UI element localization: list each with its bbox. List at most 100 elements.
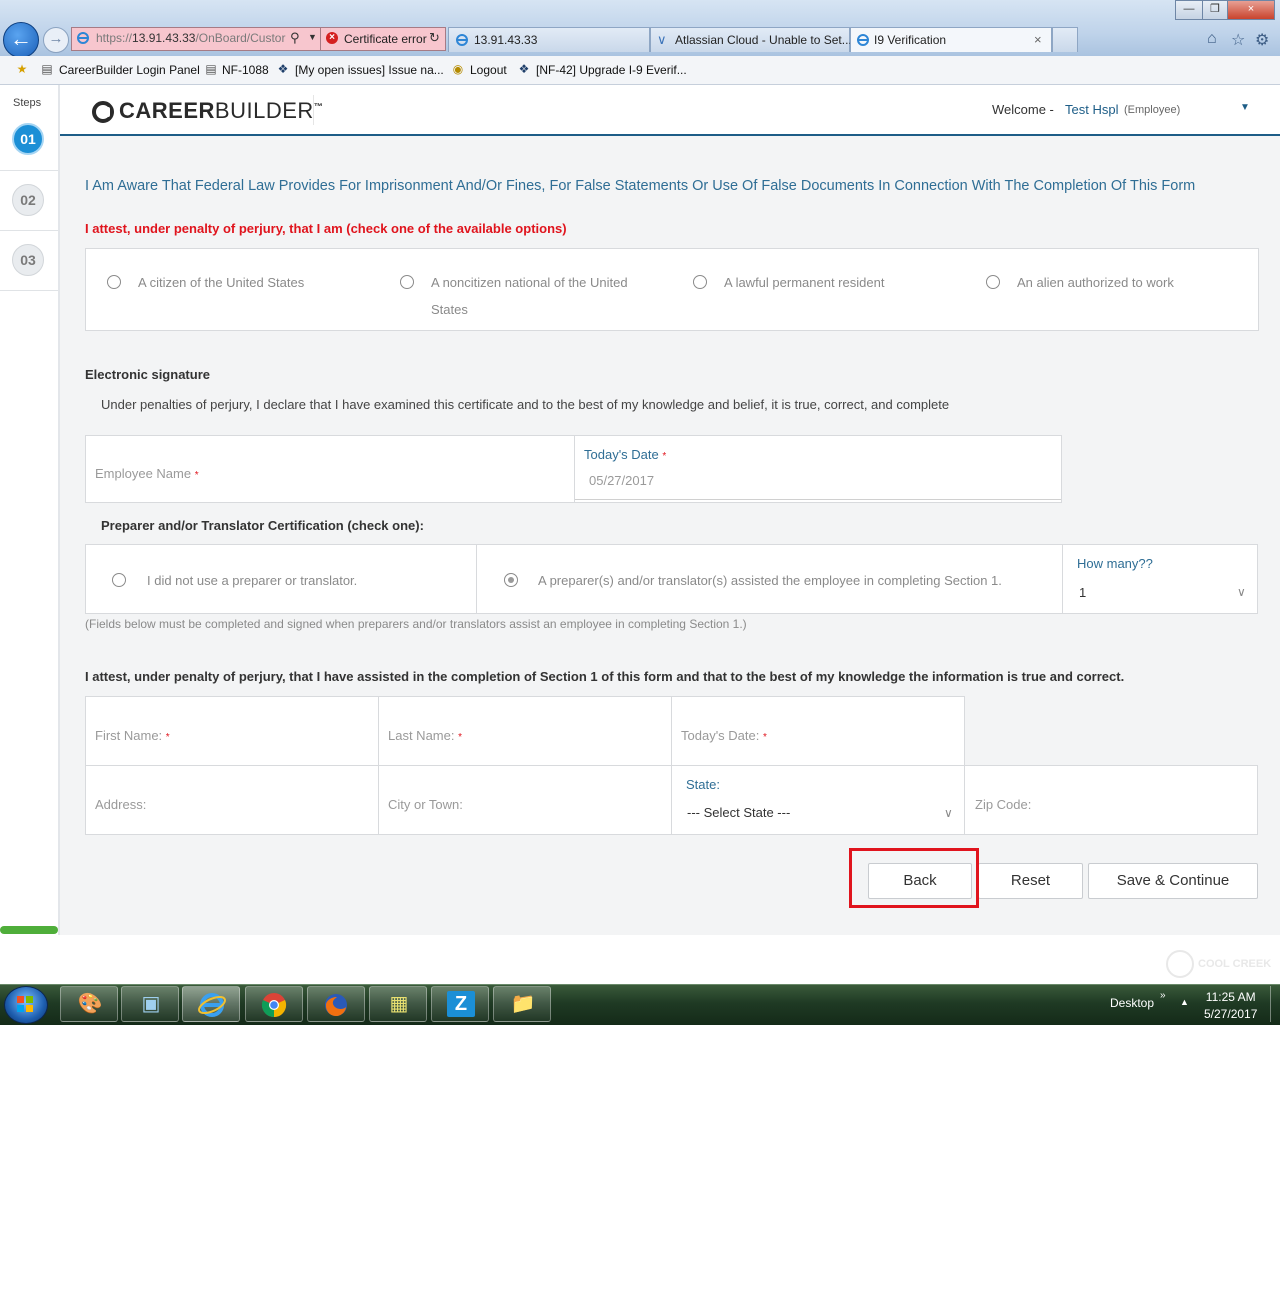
gear-icon[interactable]: ⚙ — [1255, 30, 1269, 50]
tab-atlassian[interactable]: ∨ Atlassian Cloud - Unable to Set... — [650, 27, 852, 52]
welcome-text: Welcome - — [992, 102, 1054, 117]
step-03[interactable]: 03 — [12, 244, 44, 276]
radio-alien-authorized[interactable] — [986, 275, 1000, 289]
ie-icon — [456, 34, 468, 46]
progress-bar — [0, 926, 58, 934]
preparer-attest-text: I attest, under penalty of perjury, that… — [85, 669, 1125, 684]
tab-i9-verification[interactable]: I9 Verification × — [850, 27, 1052, 52]
close-window-icon[interactable]: × — [1227, 0, 1275, 20]
tab-ip[interactable]: 13.91.43.33 — [448, 27, 650, 52]
option-label-noncitizen-national-cont: States — [431, 302, 468, 317]
taskbar-explorer[interactable]: 📁 — [493, 986, 551, 1022]
required-mark: * — [458, 732, 463, 743]
field-underline — [575, 499, 1061, 500]
tab-label: 13.91.43.33 — [474, 33, 538, 47]
error-icon: × — [326, 32, 338, 44]
option-label-alien-authorized: An alien authorized to work — [1017, 275, 1174, 290]
electronic-signature-title: Electronic signature — [85, 367, 210, 382]
desktop-toolbar-label[interactable]: Desktop — [1110, 996, 1154, 1010]
taskbar-chrome[interactable] — [245, 986, 303, 1022]
employee-name-placeholder: Employee Name — [95, 466, 192, 481]
user-menu-caret-icon[interactable]: ▼ — [1240, 102, 1250, 113]
state-label: State: — [686, 777, 720, 792]
home-icon[interactable]: ⌂ — [1207, 30, 1217, 48]
taskbar-internet-explorer[interactable] — [182, 986, 240, 1022]
close-tab-icon[interactable]: × — [1034, 32, 1042, 47]
taskbar-z-app[interactable]: Z — [431, 986, 489, 1022]
radio-permanent-resident[interactable] — [693, 275, 707, 289]
step-01[interactable]: 01 — [12, 123, 44, 155]
favorites-add-icon[interactable]: ★ — [15, 62, 29, 76]
address-field[interactable]: Address: — [85, 765, 379, 835]
preparer-option-assisted[interactable]: A preparer(s) and/or translator(s) assis… — [476, 544, 1063, 614]
save-continue-button[interactable]: Save & Continue — [1088, 863, 1258, 899]
how-many-select[interactable]: How many?? 1 ∨ — [1062, 544, 1258, 614]
option-label-noncitizen-national: A noncitizen national of the United — [431, 275, 628, 290]
refresh-icon[interactable]: ↻ — [429, 30, 440, 46]
page-icon: ▤ — [41, 62, 53, 76]
required-mark: * — [662, 451, 667, 462]
taskbar-firefox[interactable] — [307, 986, 365, 1022]
step-02[interactable]: 02 — [12, 184, 44, 216]
restore-icon[interactable]: ❐ — [1202, 0, 1228, 20]
state-select[interactable]: State: --- Select State --- ∨ — [671, 765, 965, 835]
tab-label: Atlassian Cloud - Unable to Set... — [675, 33, 852, 47]
toolbar-expand-icon[interactable]: » — [1160, 990, 1166, 1001]
address-bar[interactable]: https://13.91.43.33/OnBoard/Custor ⚲ ▼ — [71, 27, 321, 51]
ie-icon — [198, 993, 226, 1017]
preparer-date-field[interactable]: Today's Date: * — [671, 696, 965, 766]
taskbar-sticky-notes[interactable]: ▦ — [369, 986, 427, 1022]
zip-code-field[interactable]: Zip Code: — [964, 765, 1258, 835]
preparer-option-none[interactable]: I did not use a preparer or translator. — [85, 544, 477, 614]
preparer-date-placeholder: Today's Date: — [681, 728, 760, 743]
last-name-placeholder: Last Name: — [388, 728, 455, 743]
favorite-link-nf1088[interactable]: NF-1088 — [222, 63, 269, 77]
minimize-icon[interactable]: — — [1175, 0, 1203, 20]
new-tab-button[interactable] — [1052, 27, 1078, 52]
back-arrow-icon[interactable]: ← — [3, 22, 39, 58]
radio-preparer-assisted[interactable] — [504, 573, 518, 587]
required-mark: * — [194, 470, 199, 481]
reset-button[interactable]: Reset — [978, 863, 1083, 899]
state-value: --- Select State --- — [687, 805, 791, 820]
show-desktop-button[interactable] — [1270, 986, 1279, 1022]
window-controls: — ❐ × — [1175, 0, 1277, 20]
system-clock[interactable]: 11:25 AM 5/27/2017 — [1204, 989, 1257, 1023]
required-mark: * — [762, 732, 767, 743]
tray-expand-icon[interactable]: ▲ — [1180, 997, 1189, 1007]
city-field[interactable]: City or Town: — [378, 765, 672, 835]
taskbar-paint[interactable]: 🎨 — [60, 986, 118, 1022]
favorite-link-logout[interactable]: Logout — [470, 63, 507, 77]
taskbar-notes[interactable]: ▣ — [121, 986, 179, 1022]
employee-name-field[interactable]: Employee Name * — [85, 435, 575, 503]
ie-icon — [857, 34, 869, 46]
radio-noncitizen-national[interactable] — [400, 275, 414, 289]
careerbuilder-logo-icon — [92, 101, 114, 123]
favorite-link-open-issues[interactable]: [My open issues] Issue na... — [295, 63, 444, 77]
favorite-link-nf42[interactable]: [NF-42] Upgrade I-9 Everif... — [536, 63, 687, 77]
tab-label: I9 Verification — [874, 33, 947, 47]
first-name-field[interactable]: First Name: * — [85, 696, 379, 766]
certificate-error-badge[interactable]: × Certificate error ↻ — [320, 27, 446, 51]
required-mark: * — [165, 732, 170, 743]
favorites-star-icon[interactable]: ☆ — [1231, 30, 1245, 50]
watermark-text: COOL CREEK — [1198, 958, 1272, 970]
favorite-link-careerbuilder[interactable]: CareerBuilder Login Panel — [59, 63, 200, 77]
clock-date: 5/27/2017 — [1204, 1007, 1258, 1021]
steps-label: Steps — [13, 97, 42, 109]
last-name-field[interactable]: Last Name: * — [378, 696, 672, 766]
dropdown-arrow-icon[interactable]: ▼ — [308, 32, 317, 42]
city-placeholder: City or Town: — [388, 797, 463, 812]
radio-citizen[interactable] — [107, 275, 121, 289]
search-icon[interactable]: ⚲ — [290, 30, 300, 46]
user-role: (Employee) — [1124, 104, 1181, 116]
todays-date-field[interactable]: Today's Date * 05/27/2017 — [574, 435, 1062, 503]
paint-palette-icon: 🎨 — [77, 993, 103, 1015]
forward-arrow-icon[interactable]: → — [43, 27, 69, 53]
app-header: CAREERBUILDER™ Welcome - Test Hspl (Empl… — [60, 85, 1280, 136]
electronic-signature-text: Under penalties of perjury, I declare th… — [101, 397, 950, 412]
user-name[interactable]: Test Hspl — [1065, 102, 1118, 117]
preparer-assisted-label: A preparer(s) and/or translator(s) assis… — [538, 573, 1002, 588]
clock-time: 11:25 AM — [1205, 990, 1256, 1004]
radio-no-preparer[interactable] — [112, 573, 126, 587]
